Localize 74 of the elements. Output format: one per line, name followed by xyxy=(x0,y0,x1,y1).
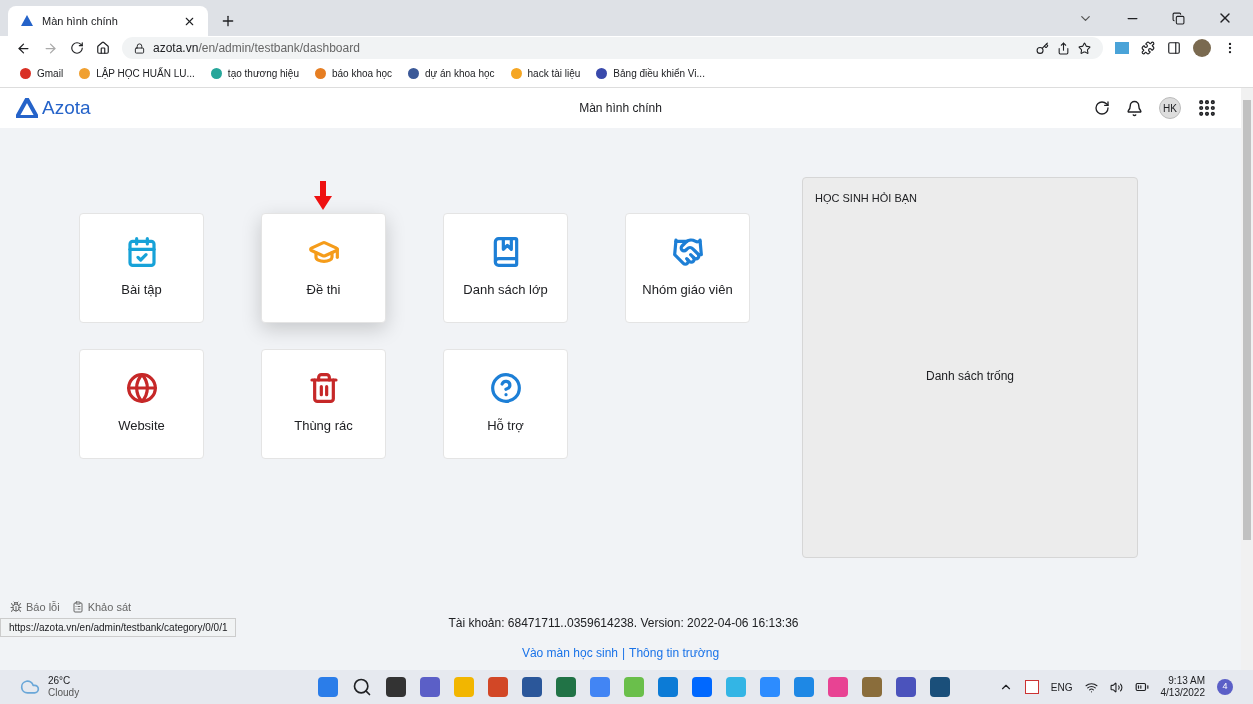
key-icon[interactable] xyxy=(1036,41,1049,55)
dashboard-tile[interactable]: Danh sách lớp xyxy=(443,213,568,323)
restore-icon[interactable] xyxy=(1172,11,1185,25)
school-info-link[interactable]: Thông tin trường xyxy=(629,644,720,662)
user-avatar[interactable]: HK xyxy=(1159,97,1181,119)
help-icon xyxy=(489,372,522,405)
refresh-icon[interactable] xyxy=(1094,100,1110,116)
clock-date[interactable]: 4/13/2022 xyxy=(1160,687,1205,699)
back-icon[interactable] xyxy=(16,40,31,56)
bookmark-link[interactable]: báo khoa học xyxy=(314,66,392,81)
url-text: azota.vn/en/admin/testbank/dashboard xyxy=(153,40,361,57)
bookmark-link[interactable]: LẬP HỌC HUẤN LU... xyxy=(79,66,195,81)
profile-avatar[interactable] xyxy=(1193,39,1211,57)
pointer-arrow xyxy=(314,181,332,210)
browser-tab[interactable]: Màn hình chính xyxy=(8,6,208,36)
empty-text: Danh sách trống xyxy=(925,367,1015,385)
panel-title: HỌC SINH HỎI BẠN xyxy=(815,191,919,206)
survey-link[interactable]: Khảo sát xyxy=(71,599,132,616)
bookmark-link[interactable]: tạo thương hiệu xyxy=(210,66,299,81)
taskbar-app-icon[interactable] xyxy=(930,677,950,697)
bookmark-link[interactable]: Gmail xyxy=(20,66,64,81)
bookmark-link[interactable]: dự án khoa học xyxy=(408,66,495,81)
dashboard-tile[interactable]: Bài tập xyxy=(79,213,204,323)
battery-icon[interactable] xyxy=(1134,680,1149,694)
star-icon[interactable] xyxy=(1078,41,1091,55)
apps-icon[interactable] xyxy=(1197,98,1217,118)
weather-text: Cloudy xyxy=(48,687,80,699)
side-panel-icon[interactable] xyxy=(1167,41,1181,55)
puzzle-icon[interactable] xyxy=(1141,41,1155,55)
wifi-icon[interactable] xyxy=(1084,680,1098,694)
taskbar-app-icon[interactable] xyxy=(522,677,542,697)
handshake-icon xyxy=(671,236,704,269)
clipboard-icon xyxy=(71,601,84,614)
report-bug-link[interactable]: Báo lỗi xyxy=(10,599,60,616)
taskbar-app-icon[interactable] xyxy=(556,677,576,697)
search-icon[interactable] xyxy=(352,677,372,697)
logo-icon xyxy=(20,14,34,28)
address-field[interactable]: azota.vn/en/admin/testbank/dashboard xyxy=(122,37,1103,59)
taskbar-app-icon[interactable] xyxy=(420,677,440,697)
clock-time[interactable]: 9:13 AM xyxy=(1168,675,1205,687)
bookmark-link[interactable]: Bảng điều khiển Vi... xyxy=(596,66,705,81)
dashboard-tile[interactable]: Thùng rác xyxy=(261,349,386,459)
taskbar-app-icon[interactable] xyxy=(386,677,406,697)
scrollbar[interactable] xyxy=(1241,88,1253,670)
taskbar-app-icon[interactable] xyxy=(488,677,508,697)
taskbar-app-icon[interactable] xyxy=(862,677,882,697)
share-icon[interactable] xyxy=(1057,41,1070,55)
taskbar-app-icon[interactable] xyxy=(896,677,916,697)
dashboard-tile[interactable]: Nhóm giáo viên xyxy=(625,213,750,323)
status-url: https://azota.vn/en/admin/testbank/category/0/0/1 xyxy=(0,618,237,637)
calendar-icon xyxy=(125,236,158,269)
tray-app-icon[interactable] xyxy=(1024,680,1039,694)
globe-icon xyxy=(125,372,158,405)
bug-icon xyxy=(10,601,22,614)
language-indicator[interactable]: ENG xyxy=(1050,679,1073,695)
logo-text[interactable]: Azota xyxy=(42,93,91,123)
new-tab-icon[interactable] xyxy=(220,13,236,29)
notification-icon[interactable] xyxy=(1126,99,1143,117)
bookmark-link[interactable]: hack tài liệu xyxy=(510,66,581,81)
volume-icon[interactable] xyxy=(1109,680,1123,694)
reload-icon[interactable] xyxy=(70,41,84,55)
temperature-text: 26°C xyxy=(48,675,72,687)
link-separator: | xyxy=(622,645,626,662)
lock-icon xyxy=(134,42,145,54)
account-info: Tài khoản: 68471711..0359614238. Version: 2022-04-06 16:13:36 xyxy=(448,615,799,632)
notification-badge[interactable]: 4 xyxy=(1217,679,1233,695)
dashboard-tile[interactable]: Hỗ trợ xyxy=(443,349,568,459)
dashboard-tile[interactable]: Website xyxy=(79,349,204,459)
taskbar-app-icon[interactable] xyxy=(692,677,712,697)
logo-icon xyxy=(16,98,38,118)
page-title: Màn hình chính xyxy=(579,100,662,117)
home-icon[interactable] xyxy=(96,41,110,55)
student-link[interactable]: Vào màn học sinh xyxy=(521,644,618,662)
dashboard-tile[interactable]: Đề thi xyxy=(261,213,386,323)
